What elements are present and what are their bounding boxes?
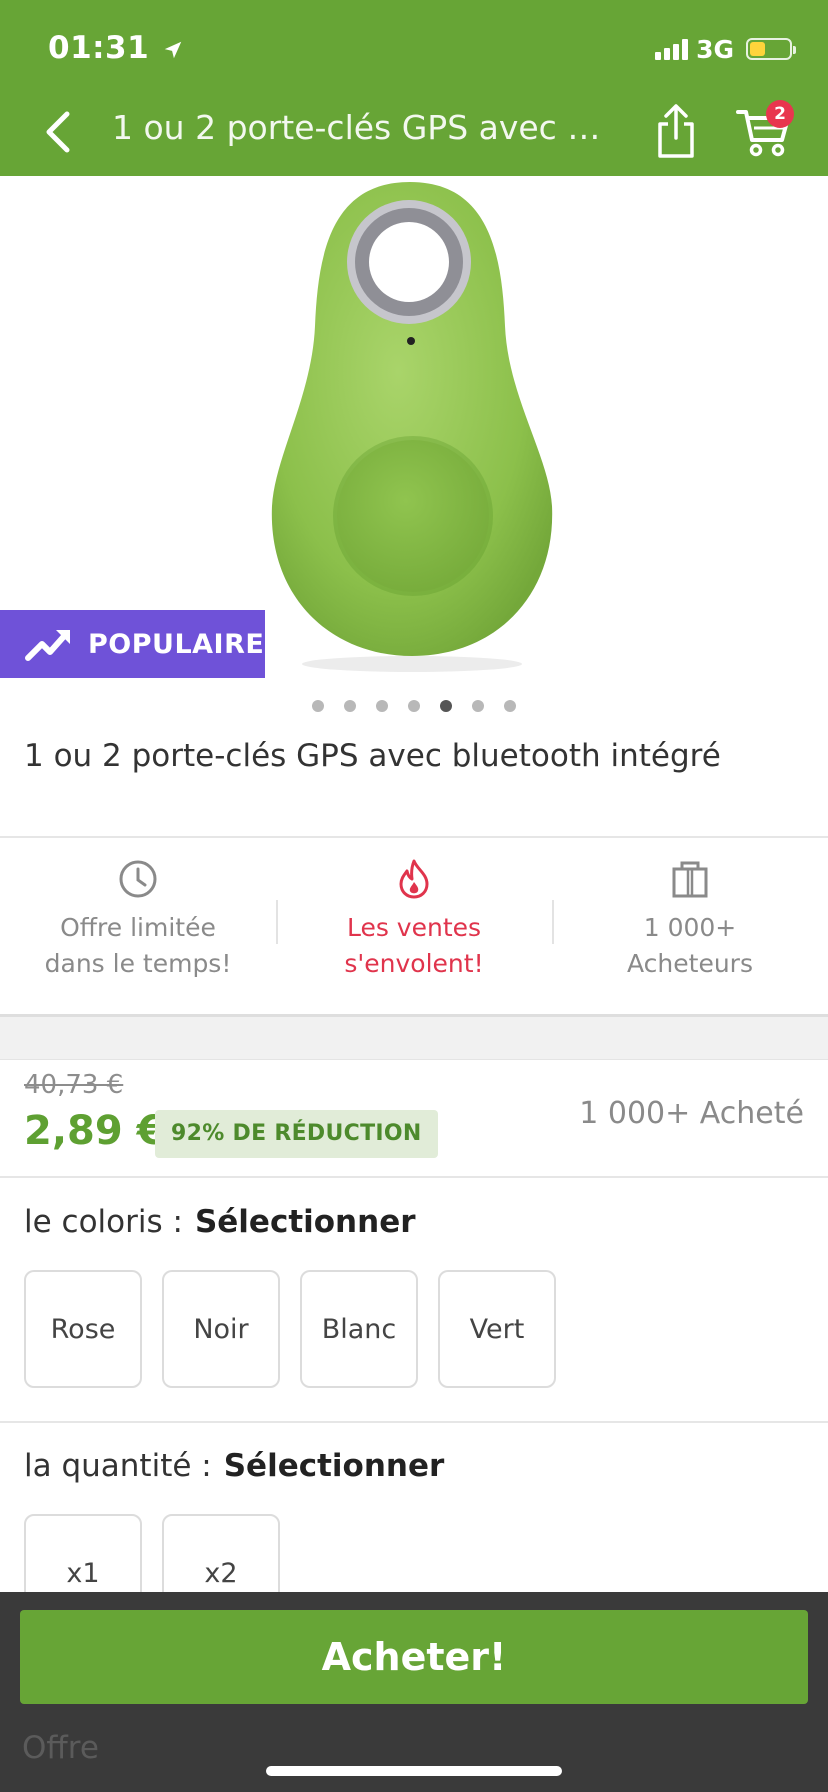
gallery-dot[interactable] xyxy=(472,700,484,712)
divider xyxy=(0,1421,828,1423)
trending-up-icon xyxy=(25,630,70,661)
original-price: 40,73 € xyxy=(24,1070,124,1100)
product-title: 1 ou 2 porte-clés GPS avec bluetooth int… xyxy=(24,738,721,774)
gallery-dot[interactable] xyxy=(504,700,516,712)
feature-text-line2: s'envolent! xyxy=(344,949,484,978)
color-choice-rose[interactable]: Rose xyxy=(24,1270,142,1388)
header-bar: 01:31 3G 1 ou 2 porte-clés GPS avec blue… xyxy=(0,0,828,176)
status-indicators: 3G xyxy=(655,32,796,66)
network-type: 3G xyxy=(696,34,734,64)
status-time: 01:31 xyxy=(48,30,184,66)
home-indicator[interactable] xyxy=(266,1766,562,1776)
color-choice-vert[interactable]: Vert xyxy=(438,1270,556,1388)
feature-text-line1: 1 000+ xyxy=(643,913,737,942)
back-button[interactable] xyxy=(36,106,80,158)
color-option-label-text: le coloris : xyxy=(24,1204,183,1240)
quantity-option-label: la quantité : Sélectionner xyxy=(24,1448,444,1484)
feature-text-line1: Offre limitée xyxy=(60,913,216,942)
color-choices: Rose Noir Blanc Vert xyxy=(24,1270,556,1388)
quantity-option-value: Sélectionner xyxy=(223,1448,445,1484)
buy-button[interactable]: Acheter! xyxy=(20,1610,808,1704)
feature-selling-fast: Les ventes s'envolent! xyxy=(276,838,552,1014)
location-arrow-icon xyxy=(165,41,182,58)
battery-icon xyxy=(746,38,796,60)
popular-badge-label: POPULAIRE xyxy=(88,628,265,660)
discount-badge: 92% DE RÉDUCTION xyxy=(155,1110,438,1158)
feature-limited-offer: Offre limitée dans le temps! xyxy=(0,838,276,1014)
share-button[interactable] xyxy=(650,102,702,160)
color-choice-blanc[interactable]: Blanc xyxy=(300,1270,418,1388)
feature-buyers: 1 000+ Acheteurs xyxy=(552,838,828,1014)
offer-text: Offre xyxy=(22,1730,99,1766)
signal-icon xyxy=(655,38,689,60)
clock-icon xyxy=(119,860,157,898)
gallery-dot[interactable] xyxy=(408,700,420,712)
section-separator xyxy=(0,1014,828,1060)
feature-text-line1: Les ventes xyxy=(346,913,482,942)
gift-bag-icon xyxy=(672,861,708,898)
flame-icon xyxy=(399,859,429,899)
feature-highlights: Offre limitée dans le temps! Les ventes s'… xyxy=(0,838,828,1014)
gallery-dot[interactable] xyxy=(312,700,324,712)
product-image[interactable] xyxy=(0,176,828,676)
keychain-tracker-image xyxy=(271,182,553,672)
gallery-dot[interactable] xyxy=(344,700,356,712)
gallery-pagination[interactable] xyxy=(0,700,828,712)
current-price: 2,89 € xyxy=(24,1108,165,1154)
color-choice-noir[interactable]: Noir xyxy=(162,1270,280,1388)
quantity-option-label-text: la quantité : xyxy=(24,1448,212,1484)
color-option-value: Sélectionner xyxy=(194,1204,416,1240)
nav-title: 1 ou 2 porte-clés GPS avec bluetooth int… xyxy=(112,108,612,147)
share-icon xyxy=(658,104,694,158)
chevron-left-icon xyxy=(46,111,70,153)
cart-count-badge: 2 xyxy=(766,100,794,128)
bought-count: 1 000+ Acheté xyxy=(579,1096,804,1131)
divider xyxy=(0,1176,828,1178)
color-option-label: le coloris : Sélectionner xyxy=(24,1204,416,1240)
popular-badge: POPULAIRE xyxy=(0,610,265,678)
feature-text-line2: dans le temps! xyxy=(44,949,232,978)
gallery-dot[interactable] xyxy=(440,700,452,712)
feature-text-line2: Acheteurs xyxy=(627,949,753,978)
gallery-dot[interactable] xyxy=(376,700,388,712)
status-time-text: 01:31 xyxy=(48,30,150,66)
